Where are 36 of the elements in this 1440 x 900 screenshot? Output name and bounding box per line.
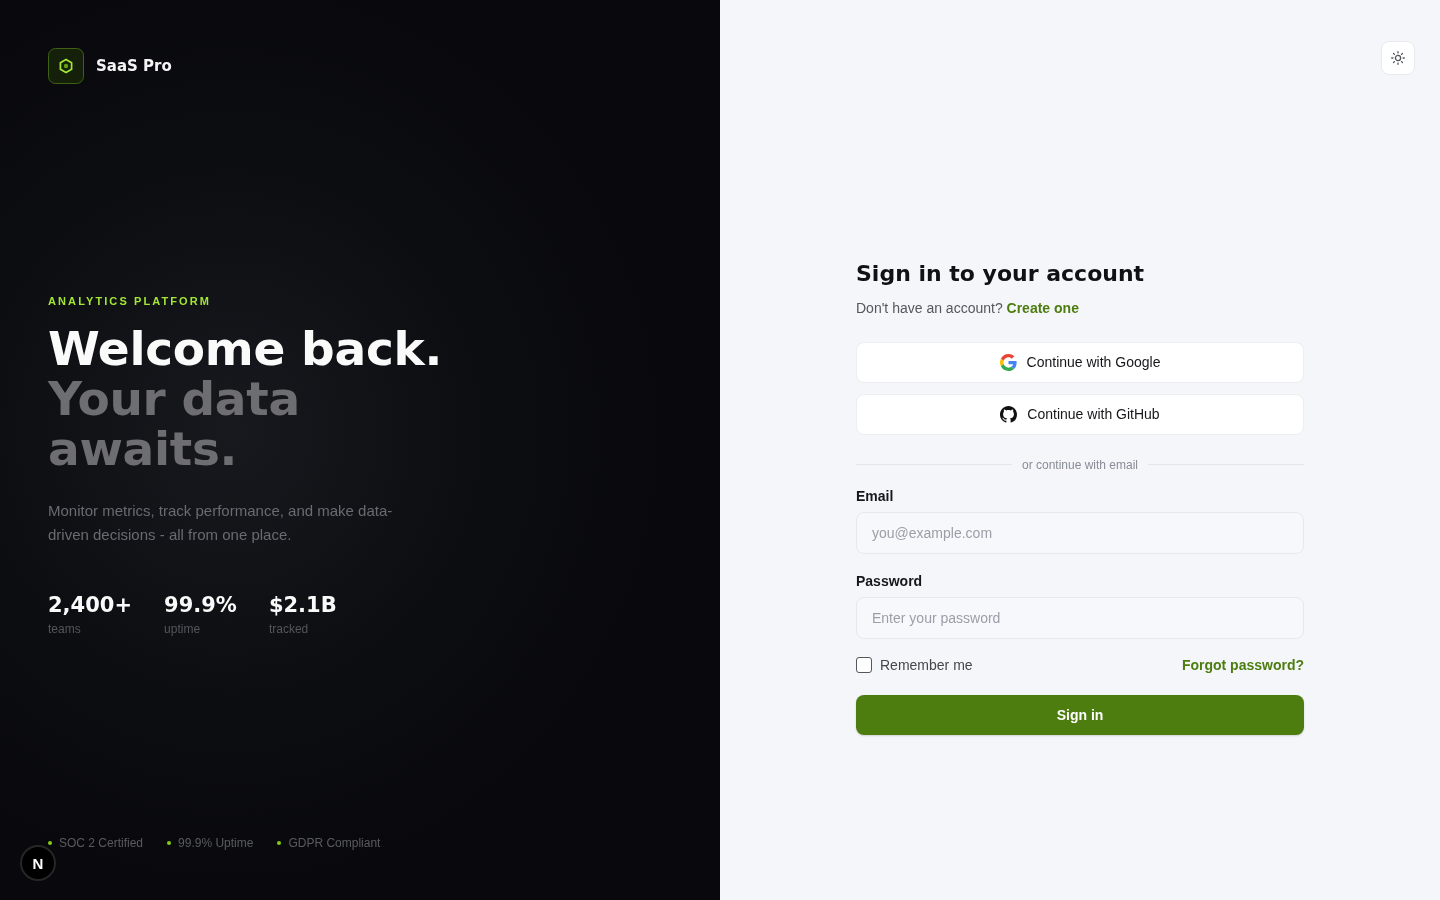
stat-label: teams <box>48 621 82 637</box>
sign-in-button[interactable]: Sign in <box>856 694 1304 735</box>
hexagon-logo-icon <box>48 48 84 84</box>
stat-value: $2.1B <box>268 592 337 619</box>
sun-icon <box>1391 51 1405 65</box>
stat-value: 99.9% <box>164 592 237 619</box>
signup-prompt: Don't have an account? Create one <box>856 298 1079 318</box>
stat-label: tracked <box>268 621 310 637</box>
dot-icon <box>48 841 52 845</box>
trust-badge-label: GDPR Compliant <box>288 835 381 851</box>
input-field[interactable]: you@example.com <box>856 511 1304 554</box>
social-login-button[interactable]: Continue with GitHub <box>856 393 1304 435</box>
google-logo-icon <box>999 353 1017 371</box>
input-field[interactable]: Enter your password <box>856 596 1304 639</box>
remember-checkbox[interactable] <box>856 656 872 673</box>
headline-accent: Your data awaits. <box>48 374 301 474</box>
eyebrow-label: ANALYTICS PLATFORM <box>48 294 212 308</box>
create-account-link[interactable]: Create one <box>1006 299 1079 316</box>
field-label: Email <box>856 486 894 506</box>
forgot-password-link[interactable]: Forgot password? <box>1181 654 1304 675</box>
octocat-logo-icon <box>1000 405 1018 423</box>
theme-toggle-button[interactable] <box>1381 41 1415 75</box>
divider-text: or continue with email <box>1021 456 1139 473</box>
form-title: Sign in to your account <box>856 259 1145 288</box>
remember-label: Remember me <box>880 655 973 675</box>
brand-name: SaaS Pro <box>96 57 172 75</box>
description-text: Monitor metrics, track performance, and make data-driven decisions - all from one place. <box>48 501 394 545</box>
social-login-button[interactable]: Continue with Google <box>856 341 1304 383</box>
dot-icon <box>277 841 282 845</box>
headline: Welcome back. <box>48 324 443 374</box>
trust-badge-label: 99.9% Uptime <box>178 835 254 851</box>
field-label: Password <box>856 571 923 591</box>
stat-label: uptime <box>164 621 202 637</box>
trust-badge-label: SOC 2 Certified <box>59 835 144 851</box>
dot-icon <box>167 841 172 845</box>
stat-value: 2,400+ <box>48 592 133 619</box>
